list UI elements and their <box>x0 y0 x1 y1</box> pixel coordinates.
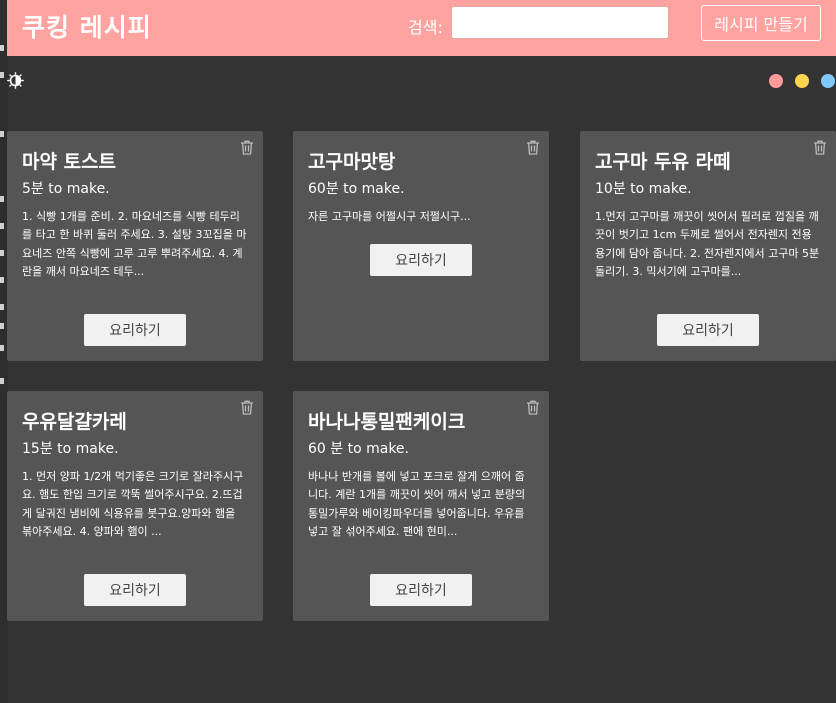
recipe-card: 바나나통밀팬케이크 60 분 to make. 바나나 반개를 볼에 넣고 포크… <box>293 391 549 621</box>
cook-button[interactable]: 요리하기 <box>370 244 472 276</box>
recipe-title: 고구마맛탕 <box>308 151 396 173</box>
recipe-description: 바나나 반개를 볼에 넣고 포크로 잘게 으깨어 줍니다. 계란 1개를 깨끗이… <box>308 470 526 539</box>
trash-icon[interactable] <box>813 140 827 155</box>
recipe-time: 60 분 to make. <box>308 441 409 457</box>
recipe-time: 5분 to make. <box>22 181 110 197</box>
recipe-card: 고구마 두유 라떼 10분 to make. 1.먼저 고구마를 깨끗이 씻어서… <box>580 131 836 361</box>
theme-dot-yellow[interactable] <box>795 74 809 88</box>
recipe-description: 1. 식빵 1개를 준비. 2. 마요네즈를 식빵 테두리를 타고 한 바퀴 둘… <box>22 210 247 279</box>
recipe-time: 15분 to make. <box>22 441 119 457</box>
edge-marker <box>0 223 4 229</box>
recipe-description: 자른 고구마를 어쩔시구 저쩔시구... <box>308 210 471 223</box>
search-label: 검색: <box>408 18 443 37</box>
edge-marker <box>0 378 4 384</box>
theme-dot-pink[interactable] <box>769 74 783 88</box>
recipe-title: 바나나통밀팬케이크 <box>308 411 466 433</box>
edge-marker <box>0 196 4 202</box>
cook-button[interactable]: 요리하기 <box>84 314 186 346</box>
trash-icon[interactable] <box>526 400 540 415</box>
trash-icon[interactable] <box>240 400 254 415</box>
edge-marker <box>0 250 4 256</box>
brand-title[interactable]: 쿠킹 레시피 <box>22 8 152 44</box>
cook-button[interactable]: 요리하기 <box>370 574 472 606</box>
create-recipe-button[interactable]: 레시피 만들기 <box>701 5 821 41</box>
recipe-title: 우유달걀카레 <box>22 411 127 433</box>
edge-marker <box>0 131 4 137</box>
edge-marker <box>0 45 4 51</box>
recipe-time: 60분 to make. <box>308 181 405 197</box>
cook-button[interactable]: 요리하기 <box>84 574 186 606</box>
edge-marker <box>0 345 4 351</box>
edge-marker <box>0 304 4 310</box>
search-input[interactable] <box>451 6 669 39</box>
recipe-title: 고구마 두유 라떼 <box>595 151 731 173</box>
recipe-card: 고구마맛탕 60분 to make. 자른 고구마를 어쩔시구 저쩔시구... … <box>293 131 549 361</box>
edge-marker <box>0 72 4 78</box>
recipe-card: 우유달걀카레 15분 to make. 1. 먼저 양파 1/2개 먹기좋은 크… <box>7 391 263 621</box>
recipe-description: 1.먼저 고구마를 깨끗이 씻어서 필러로 껍질을 깨끗이 벗기고 1cm 두께… <box>595 210 820 279</box>
theme-dot-blue[interactable] <box>821 74 835 88</box>
cook-button[interactable]: 요리하기 <box>657 314 759 346</box>
recipe-card: 마약 토스트 5분 to make. 1. 식빵 1개를 준비. 2. 마요네즈… <box>7 131 263 361</box>
theme-toggle-icon[interactable] <box>7 72 24 89</box>
edge-marker <box>0 323 4 329</box>
recipe-title: 마약 토스트 <box>22 151 117 173</box>
recipe-time: 10분 to make. <box>595 181 692 197</box>
trash-icon[interactable] <box>240 140 254 155</box>
recipe-description: 1. 먼저 양파 1/2개 먹기좋은 크기로 잘라주시구요. 햄도 한입 크기로… <box>22 470 244 539</box>
navbar: 쿠킹 레시피 검색: 레시피 만들기 <box>7 0 836 56</box>
trash-icon[interactable] <box>526 140 540 155</box>
edge-marker <box>0 277 4 283</box>
